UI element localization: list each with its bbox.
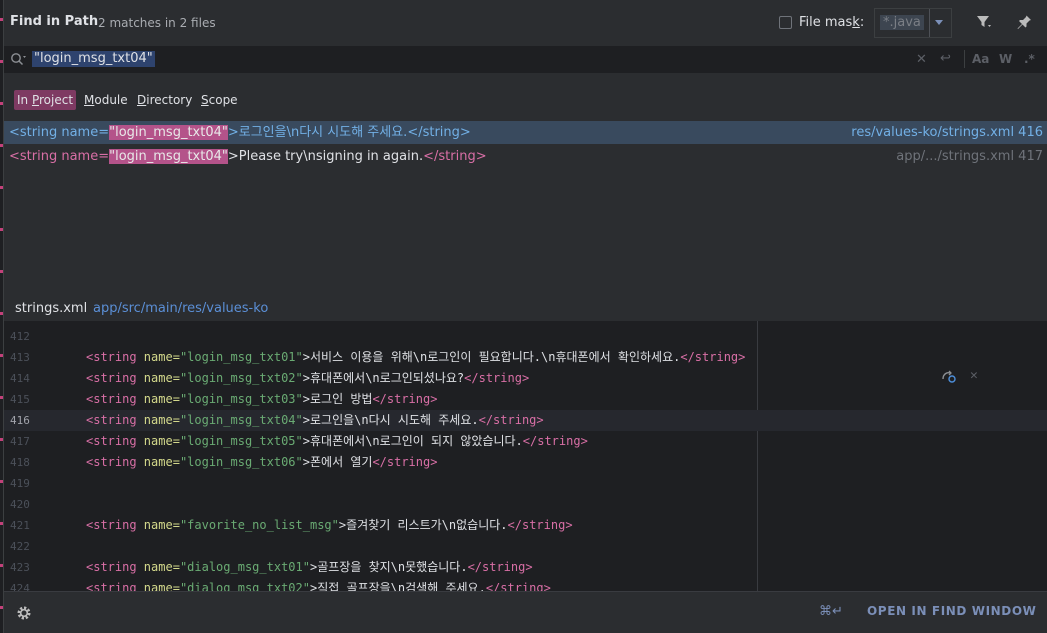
shortcut-hint: ⌘↵ (819, 604, 843, 619)
file-mask-value: *.java (880, 15, 924, 30)
match-case-toggle[interactable]: Aa (972, 52, 989, 66)
line-number: 418 (10, 456, 30, 469)
code-text: <string name="login_msg_txt02">휴대폰에서\n로그… (86, 371, 530, 385)
code-text: <string name="dialog_msg_txt02">직접 골프장을\… (86, 581, 551, 591)
popup-footer: ⌘↵ OPEN IN FIND WINDOW (4, 591, 1047, 633)
line-number: 413 (10, 351, 30, 364)
match-highlight: "login_msg_txt04" (109, 125, 228, 140)
line-number: 414 (10, 372, 30, 385)
match-highlight: "login_msg_txt04" (109, 149, 228, 164)
editor-line[interactable]: 414 <string name="login_msg_txt02">휴대폰에서\… (4, 368, 1047, 389)
line-number: 423 (10, 561, 30, 574)
editor-line[interactable]: 420 (4, 494, 1047, 515)
popup-header: Find in Path 2 matches in 2 files File m… (4, 0, 1047, 46)
line-number: 415 (10, 393, 30, 406)
line-number: 419 (10, 477, 30, 490)
whole-words-toggle[interactable]: W (999, 52, 1012, 66)
popup-title: Find in Path (10, 14, 99, 29)
clear-icon[interactable]: ✕ (916, 52, 927, 67)
file-mask-label[interactable]: File mask: (799, 15, 864, 30)
editor-line[interactable]: 417 <string name="login_msg_txt05">휴대폰에서\… (4, 431, 1047, 452)
open-in-find-window-button[interactable]: OPEN IN FIND WINDOW (867, 604, 1037, 618)
options-separator (964, 50, 965, 68)
tab-module[interactable]: Module (81, 90, 131, 110)
tab-in-project[interactable]: In Project (14, 90, 77, 110)
editor-line[interactable]: 419 (4, 473, 1047, 494)
find-in-path-popup: Find in Path 2 matches in 2 files File m… (3, 0, 1047, 633)
editor-line[interactable]: 424 <string name="dialog_msg_txt02">직접 골프… (4, 578, 1047, 591)
code-text: <string name="login_msg_txt04">로그인을\n다시 … (86, 413, 544, 427)
editor-line[interactable]: 415 <string name="login_msg_txt03">로그인 방법… (4, 389, 1047, 410)
result-path: app/.../strings.xml 417 (896, 149, 1043, 164)
combo-separator (929, 9, 930, 37)
match-count: 2 matches in 2 files (98, 16, 216, 30)
pin-icon[interactable] (1016, 13, 1032, 29)
search-icon[interactable] (10, 52, 26, 66)
result-row[interactable]: <string name="login_msg_txt04">Please tr… (4, 145, 1047, 168)
result-row[interactable]: <string name="login_msg_txt04">로그인을\n다시 … (4, 121, 1047, 144)
code-text: <string name="login_msg_txt03">로그인 방법</s… (86, 392, 438, 406)
line-number: 422 (10, 540, 30, 553)
line-number: 416 (10, 414, 30, 427)
preview-header: strings.xml app/src/main/res/values-ko (4, 296, 1047, 321)
gear-icon[interactable] (16, 605, 32, 621)
file-mask-checkbox[interactable] (779, 16, 792, 29)
editor-line[interactable]: 422 (4, 536, 1047, 557)
line-number: 412 (10, 330, 30, 343)
line-number: 421 (10, 519, 30, 532)
code-text: <string name="login_msg_txt06">폰에서 열기</s… (86, 455, 438, 469)
line-number: 417 (10, 435, 30, 448)
preview-file-name: strings.xml (15, 301, 88, 316)
editor-line[interactable]: 421 <string name="favorite_no_list_msg">즐… (4, 515, 1047, 536)
tab-directory[interactable]: Directory (134, 90, 195, 110)
code-text: <string name="dialog_msg_txt01">골프장을 찾지\… (86, 560, 533, 574)
line-number: 420 (10, 498, 30, 511)
preview-file-path: app/src/main/res/values-ko (93, 301, 269, 316)
code-text: <string name="login_msg_txt05">휴대폰에서\n로그… (86, 434, 588, 448)
results-list: <string name="login_msg_txt04">로그인을\n다시 … (4, 120, 1047, 296)
scope-tabs: In Project Module Directory Scope (4, 73, 1047, 120)
line-number: 424 (10, 582, 30, 591)
editor-line[interactable]: 412 (4, 326, 1047, 347)
search-input[interactable]: "login_msg_txt04" (32, 51, 155, 67)
editor-line[interactable]: 418 <string name="login_msg_txt06">폰에서 열기… (4, 452, 1047, 473)
newline-icon[interactable]: ↩ (940, 51, 951, 66)
search-row: "login_msg_txt04" ✕ ↩ Aa W .* (4, 46, 1047, 73)
chevron-down-icon[interactable] (935, 20, 943, 25)
tab-scope[interactable]: Scope (198, 90, 241, 110)
code-text: <string name="favorite_no_list_msg">즐겨찾기… (86, 518, 573, 532)
regex-toggle[interactable]: .* (1024, 52, 1035, 66)
result-path: res/values-ko/strings.xml 416 (851, 125, 1043, 140)
editor-line[interactable]: 416 <string name="login_msg_txt04">로그인을\n… (4, 410, 1047, 431)
editor-line[interactable]: 423 <string name="dialog_msg_txt01">골프장을 … (4, 557, 1047, 578)
file-mask-combo[interactable]: *.java (874, 8, 952, 38)
editor-line[interactable]: 413 <string name="login_msg_txt01">서비스 이용… (4, 347, 1047, 368)
code-text: <string name="login_msg_txt01">서비스 이용을 위… (86, 350, 746, 364)
filter-icon[interactable] (976, 14, 992, 30)
editor-preview[interactable]: ✕ 412 413 <string name="login_msg_txt01">서… (4, 321, 1047, 591)
